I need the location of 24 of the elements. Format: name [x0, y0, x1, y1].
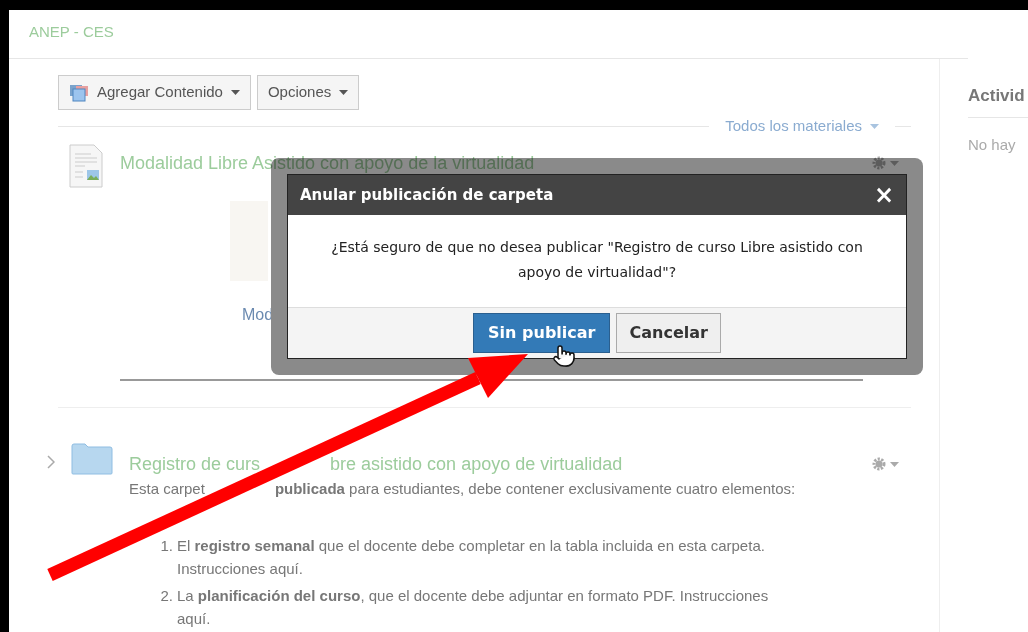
list-item-text: El registro semanal que el docente debe completar en la tabla incluida en esta carpeta. Instrucciones aquí. [177, 536, 766, 579]
caret-icon [339, 90, 349, 95]
add-content-icon [69, 83, 89, 102]
sidebar-text: No hay [968, 134, 1017, 155]
confirm-button[interactable]: Sin publicar [473, 313, 611, 353]
expand-chevron-icon[interactable] [47, 454, 55, 469]
gear-icon[interactable] [871, 155, 901, 171]
cancel-button[interactable]: Cancelar [616, 313, 721, 353]
caret-icon [230, 90, 240, 95]
toolbar-button[interactable]: Agregar Contenido [58, 75, 251, 110]
materials-filter[interactable]: Todos los materiales [709, 115, 895, 138]
dialog-title: Anular publicación de carpeta [300, 184, 554, 206]
list-number: 1. [159, 536, 173, 556]
item-description: publicada para estudiantes, debe contener exclusivamente cuatro elementos: [274, 478, 796, 499]
sidebar-heading: Activid [968, 86, 1025, 105]
list-number: 2. [159, 586, 173, 606]
caret-icon [870, 123, 879, 129]
item-description: Esta carpet [129, 478, 205, 499]
list-item-text: La planificación del curso, que el docente debe adjuntar en formato PDF. Instrucciones aquí. [177, 586, 770, 629]
dialog-message: ¿Está seguro de que no desea publicar "Registro de curso Libre asistido con apoyo de virtualidad"? [330, 238, 864, 282]
folder-icon [71, 442, 113, 475]
close-button[interactable]: × [873, 183, 894, 207]
toolbar-button[interactable]: Opciones [256, 75, 360, 110]
document-icon [68, 143, 104, 188]
